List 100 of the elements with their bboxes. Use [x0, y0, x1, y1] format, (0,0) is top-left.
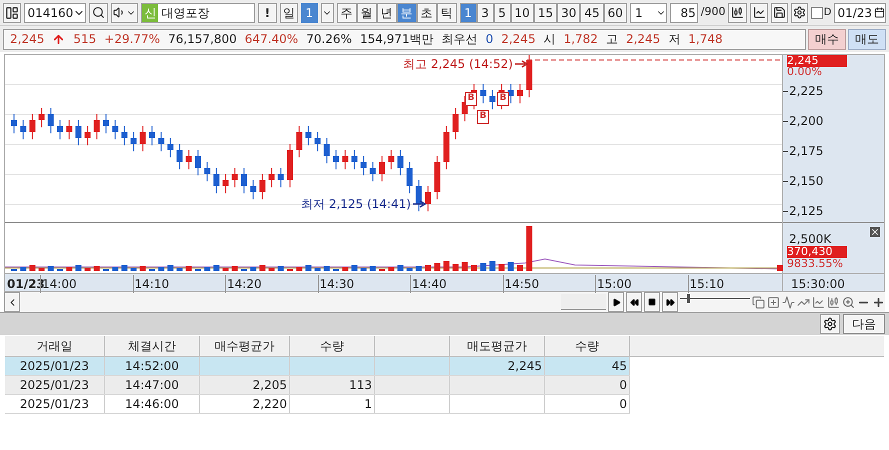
volume-bar	[94, 266, 100, 271]
stop-button[interactable]	[644, 292, 660, 312]
period-tab[interactable]: 월	[356, 2, 377, 22]
candle	[443, 126, 450, 170]
volume-bar	[370, 266, 376, 271]
volume-bar	[480, 263, 486, 271]
candle	[186, 150, 192, 170]
period-tab[interactable]: 분	[396, 2, 417, 22]
volume-bar	[140, 266, 146, 271]
candle	[342, 150, 348, 170]
settings-button[interactable]	[820, 314, 840, 334]
volume-bar	[38, 268, 45, 271]
column-header: 수량	[545, 336, 630, 356]
table-cell: 0	[545, 395, 630, 413]
candle	[11, 114, 17, 134]
search-icon	[92, 6, 106, 19]
right-arrow-icon	[514, 60, 529, 68]
candle	[158, 132, 164, 152]
volume-bar	[186, 266, 192, 271]
interval-tab[interactable]: 30	[557, 2, 580, 22]
column-header: 매수평균가	[200, 336, 290, 356]
dropdown-button[interactable]	[320, 2, 334, 22]
candle-add-button[interactable]	[728, 2, 747, 22]
low-price-label: 최저 2,125 (14:41)	[301, 196, 411, 213]
column-header: 매도평균가	[450, 336, 545, 356]
search-button[interactable]	[89, 2, 108, 22]
interval-tab[interactable]: 5	[494, 2, 511, 22]
candle	[75, 120, 82, 146]
volume-bar	[351, 265, 358, 271]
alert-button[interactable]: !	[258, 2, 277, 22]
close-icon	[870, 227, 880, 237]
volume-bar	[452, 264, 459, 271]
candle	[370, 162, 376, 182]
candle	[176, 144, 183, 170]
candle	[48, 108, 54, 134]
table-row[interactable]: 2025/01/23 14:46:00 2,220 1 0	[5, 395, 630, 414]
volume-bar	[48, 266, 54, 271]
count-field[interactable]: 85	[670, 2, 698, 22]
interval-tab[interactable]: 60	[604, 2, 627, 22]
day-button[interactable]: 일	[280, 2, 298, 22]
checkbox[interactable]	[810, 6, 823, 18]
price-change: 0.00%	[787, 66, 822, 78]
quote-value: 0	[486, 31, 494, 48]
settings-button[interactable]	[791, 2, 808, 22]
volume-bar	[471, 265, 477, 271]
volume-bar	[66, 267, 72, 271]
plus-icon	[872, 296, 885, 308]
stock-code-field[interactable]: 014160	[24, 2, 86, 22]
volume-bar	[425, 265, 431, 271]
table-cell: 14:46:00	[105, 395, 200, 413]
layout-button[interactable]	[3, 2, 22, 22]
next-button[interactable]: 다음	[843, 314, 885, 334]
table-row[interactable]: 2025/01/23 14:52:00 2,245 45	[5, 357, 630, 376]
period-tab[interactable]: 주	[336, 2, 357, 22]
candle	[268, 168, 275, 188]
fast-forward-button[interactable]	[662, 292, 678, 312]
volume-bar	[213, 265, 220, 271]
stock-name-field[interactable]: 신 대영포장	[141, 2, 256, 22]
fast-forward-icon	[666, 298, 674, 306]
price-tick: 2,225	[789, 84, 824, 98]
rewind-button[interactable]	[626, 292, 642, 312]
interval-tab[interactable]: 10	[510, 2, 534, 22]
buy-signal-marker: B	[465, 92, 477, 106]
volume-bar	[777, 265, 783, 271]
candle	[305, 126, 312, 146]
interval-tab[interactable]: 45	[580, 2, 604, 22]
candle	[66, 120, 72, 140]
scroll-left-button[interactable]	[4, 292, 20, 312]
buy-button[interactable]: 매수	[808, 28, 846, 50]
interval-tab[interactable]: 3	[476, 2, 494, 22]
volume-bar	[250, 267, 256, 271]
current-price-badge: 2,245	[787, 55, 847, 67]
calendar-icon	[874, 7, 886, 18]
column-header: 거래일	[5, 336, 105, 356]
period-tab[interactable]: 초	[416, 2, 437, 22]
play-button[interactable]	[608, 292, 624, 312]
sell-button[interactable]: 매도	[848, 28, 886, 50]
chart-tool-icon	[752, 296, 765, 308]
date-field[interactable]: 01/23	[834, 2, 886, 22]
speaker-button[interactable]	[110, 2, 138, 22]
interval-tab[interactable]: 15	[534, 2, 558, 22]
candle	[94, 114, 100, 140]
end-time-label: 15:30:00	[790, 276, 845, 291]
save-button[interactable]	[771, 2, 788, 22]
candle	[480, 84, 486, 104]
table-row[interactable]: 2025/01/23 14:47:00 2,205 113 0	[5, 376, 630, 395]
candle	[379, 156, 385, 182]
candle	[351, 150, 358, 170]
candle	[397, 150, 404, 176]
period-tab[interactable]: 틱	[436, 2, 457, 22]
period-tab[interactable]: 년	[376, 2, 397, 22]
interval-tab[interactable]: 1	[460, 2, 477, 22]
playback-slider-thumb[interactable]	[686, 294, 690, 303]
line-add-button[interactable]	[750, 2, 768, 22]
speed-field[interactable]	[561, 294, 606, 310]
layout-icon	[5, 6, 20, 20]
volume-bar	[20, 267, 26, 271]
column-header: 수량	[290, 336, 375, 356]
table-cell: 2025/01/23	[5, 376, 105, 394]
unit-field[interactable]: 1	[630, 2, 668, 22]
